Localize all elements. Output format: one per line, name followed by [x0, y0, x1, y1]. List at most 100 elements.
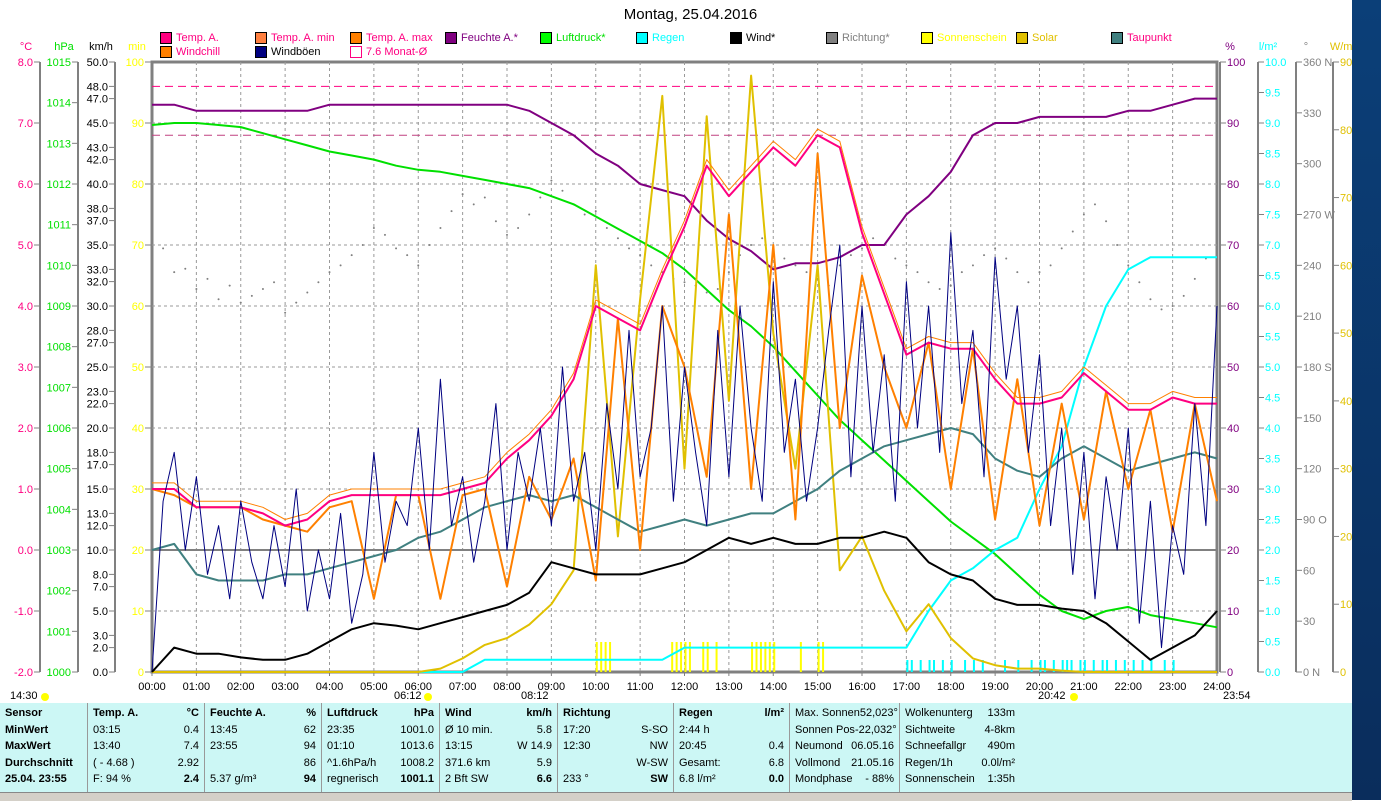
- axis-tick-label-hum: 70: [1227, 240, 1239, 252]
- col-rain: Regen l/m² 2:44 h 20:45 0.4 Gesamt: 6.8 6.8…: [674, 703, 790, 792]
- direction-point: [317, 281, 320, 284]
- legend-item: Feuchte A.*: [445, 32, 518, 44]
- axis-tick-label-press: 1012: [47, 179, 71, 191]
- sunrise-time: 06:12: [394, 690, 422, 702]
- unit: %: [306, 707, 316, 719]
- direction-point: [561, 189, 564, 192]
- x-tick-label: 07:00: [449, 681, 477, 693]
- axis-unit-press: hPa: [54, 41, 74, 53]
- direction-point: [1116, 244, 1119, 246]
- value: 2.4: [183, 773, 199, 785]
- direction-point: [794, 264, 797, 267]
- note: F: 94 %: [93, 773, 131, 785]
- axis-tick-label-wind: 25.0: [87, 362, 108, 374]
- col-wind: Wind km/h Ø 10 min. 5.8 13:15 W 14.9 371.6 …: [440, 703, 558, 792]
- direction-point: [1216, 247, 1218, 250]
- axis-tick-label-press: 1000: [47, 667, 71, 679]
- astro-row: Neumond 06.05.16: [795, 738, 894, 755]
- value: 94: [303, 773, 316, 785]
- axis-tick-label-rain: 8.5: [1265, 149, 1280, 161]
- time: 13:15: [445, 740, 473, 752]
- axis-tick-label-dir: 360 N: [1303, 57, 1332, 69]
- x-tick-label: 13:00: [715, 681, 743, 693]
- direction-point: [328, 271, 331, 274]
- value: 1001.0: [400, 723, 434, 736]
- value: 1001.1: [400, 773, 434, 785]
- sun-icon: [1070, 693, 1078, 701]
- x-tick-label: 05:00: [360, 681, 388, 693]
- axis-tick-label-wind: 37.0: [87, 216, 108, 228]
- col-astro: Max. Sonnen 52,023° Sonnen Pos -22,032° Neum…: [790, 703, 900, 792]
- astro-text: 06.05.16: [851, 740, 894, 752]
- x-tick-label: 15:00: [804, 681, 832, 693]
- direction-point: [428, 244, 431, 246]
- value: 6.8: [768, 756, 784, 769]
- rain-event-mark: [964, 660, 967, 672]
- value: 62: [303, 723, 316, 736]
- value: 1008.2: [400, 756, 434, 769]
- axis-unit-solar: W/m²: [1330, 41, 1352, 53]
- legend-label: Windböen: [271, 46, 321, 58]
- sunshine-bar: [680, 642, 683, 672]
- axis-tick-label-wind: 3.0: [93, 630, 108, 642]
- misc-text: 1:35h: [987, 773, 1015, 785]
- label: 25.04. 23:55: [5, 773, 67, 785]
- axis-tick-label-hum: 90: [1227, 118, 1239, 130]
- direction-point: [761, 237, 764, 240]
- direction-point: [406, 254, 409, 257]
- direction-point: [750, 244, 753, 246]
- rain-event-mark: [1079, 660, 1082, 672]
- axis-tick-label-rain: 4.0: [1265, 423, 1280, 435]
- misc-text: Regen/1h: [905, 756, 953, 769]
- rain-event-mark: [1101, 660, 1104, 672]
- legend-item: Temp. A.: [160, 32, 219, 44]
- direction-point: [450, 210, 453, 213]
- axis-tick-label-temp: 7.0: [18, 118, 33, 130]
- direction-point: [949, 284, 952, 287]
- axis-tick-label-wind: 12.0: [87, 521, 108, 533]
- direction-point: [295, 301, 298, 304]
- axis-tick-label-rain: 0.0: [1265, 667, 1280, 679]
- direction-point: [683, 281, 686, 284]
- astro-text: Neumond: [795, 740, 843, 752]
- sunshine-bar: [773, 642, 776, 672]
- axis-tick-label-hum: 60: [1227, 301, 1239, 313]
- axis-tick-label-solar: 600: [1340, 260, 1352, 272]
- direction-point: [1060, 247, 1063, 250]
- direction-point: [239, 301, 242, 304]
- legend-label: Temp. A.: [176, 32, 219, 44]
- direction-point: [273, 281, 276, 284]
- axis-tick-label-wind: 38.0: [87, 203, 108, 215]
- value: 0.4: [183, 723, 199, 736]
- legend-item: Windböen: [255, 46, 321, 58]
- header: Feuchte A.: [210, 707, 266, 719]
- axis-tick-label-solar: 100: [1340, 599, 1352, 611]
- label: MaxWert: [5, 740, 51, 752]
- legend-item: Taupunkt: [1111, 32, 1172, 44]
- axis-tick-label-temp: -1.0: [14, 606, 33, 618]
- legend-swatch-icon: [636, 32, 648, 44]
- axis-tick-label-rain: 3.0: [1265, 484, 1280, 496]
- direction-point: [461, 193, 464, 196]
- astro-text: Sonnen Pos: [795, 723, 855, 736]
- axis-tick-label-wind: 0.0: [93, 667, 108, 679]
- chart-title: Montag, 25.04.2016: [623, 6, 758, 23]
- axis-tick-label-wind: 48.0: [87, 81, 108, 93]
- x-tick-label: 01:00: [183, 681, 211, 693]
- axis-unit-sun: min: [128, 41, 146, 53]
- axis-tick-label-wind: 8.0: [93, 569, 108, 581]
- legend-swatch-icon: [540, 32, 552, 44]
- axis-tick-label-wind: 35.0: [87, 240, 108, 252]
- direction-point: [361, 244, 364, 246]
- axis-tick-label-solar: 400: [1340, 396, 1352, 408]
- direction-point: [1149, 298, 1152, 301]
- value: 2.92: [177, 756, 199, 769]
- misc-text: 0.0l/m²: [981, 756, 1015, 769]
- direction-point: [849, 254, 852, 257]
- direction-point: [439, 227, 442, 230]
- col-hum: Feuchte A.% 13:45 62 23:55 94 86 5.37 g/m³…: [205, 703, 322, 792]
- x-tick-label: 00:00: [138, 681, 166, 693]
- direction-point: [650, 264, 653, 267]
- axis-tick-label-sun: 30: [132, 484, 144, 496]
- rain-event-mark: [919, 660, 922, 672]
